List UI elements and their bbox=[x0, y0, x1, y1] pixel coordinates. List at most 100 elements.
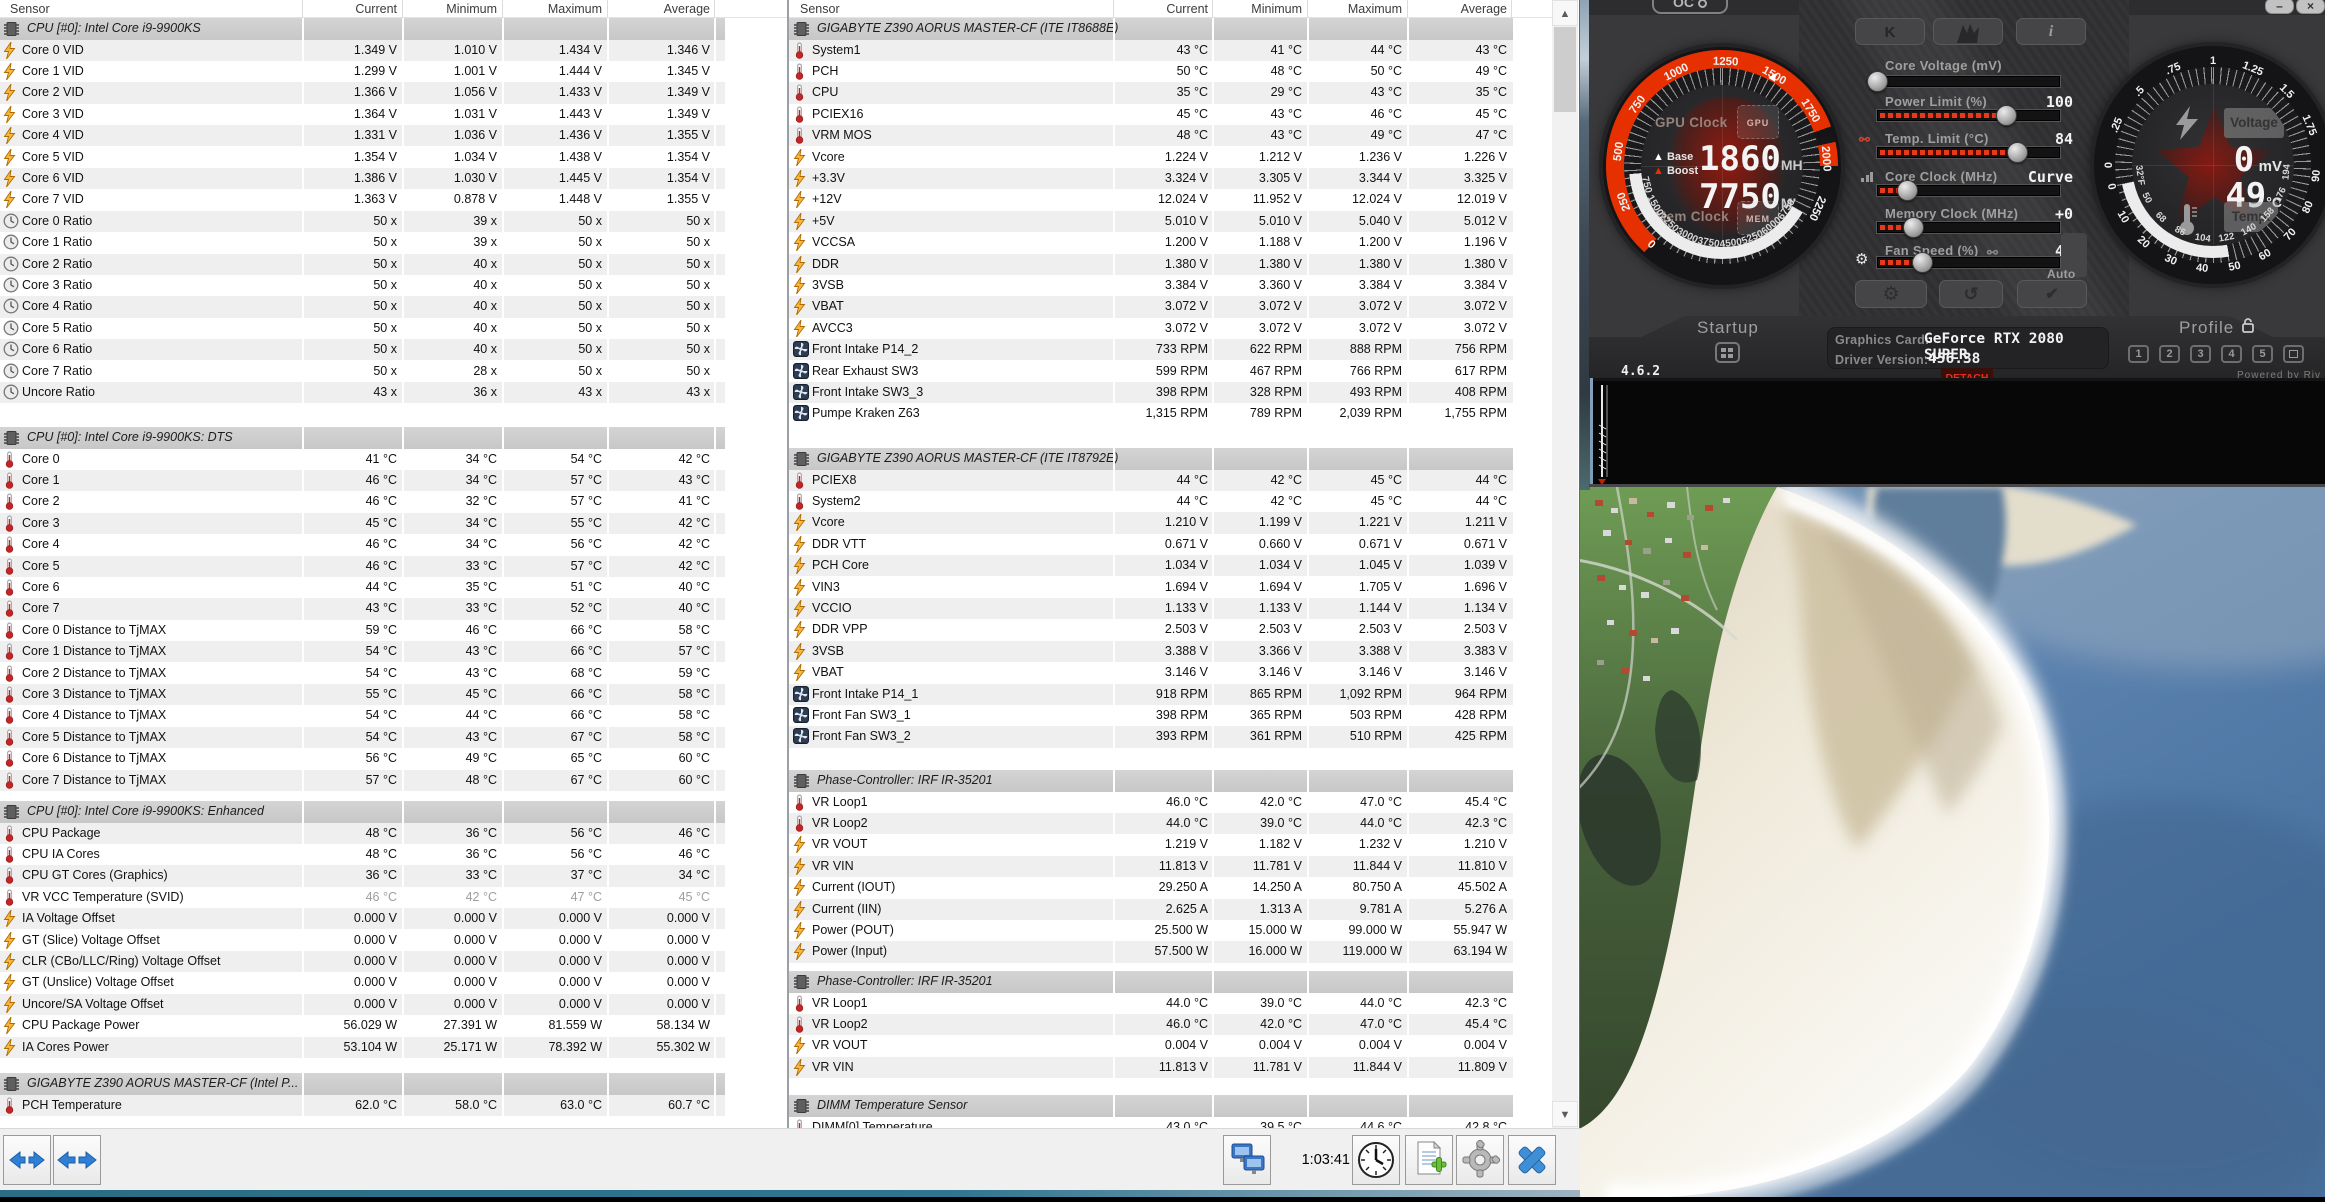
close-button[interactable]: × bbox=[2296, 0, 2325, 14]
sensor-row[interactable]: 3VSB3.388 V3.366 V3.388 V3.383 V bbox=[789, 641, 1513, 662]
clock-button[interactable] bbox=[1352, 1135, 1400, 1185]
sensor-row[interactable]: VR Loop244.0 °C39.0 °C44.0 °C42.3 °C bbox=[789, 813, 1513, 834]
sensor-row[interactable]: Core 3 VID1.364 V1.031 V1.443 V1.349 V bbox=[0, 104, 725, 125]
sensor-group-header[interactable]: GIGABYTE Z390 AORUS MASTER-CF (Intel P..… bbox=[0, 1073, 725, 1095]
sensor-row[interactable]: Core 3 Ratio50 x40 x50 x50 x bbox=[0, 275, 725, 296]
sensor-row[interactable]: DDR VPP2.503 V2.503 V2.503 V2.503 V bbox=[789, 619, 1513, 640]
sensor-row[interactable]: VR Loop144.0 °C39.0 °C44.0 °C42.3 °C bbox=[789, 993, 1513, 1014]
sensor-group-header[interactable]: Phase-Controller: IRF IR-35201 bbox=[789, 971, 1513, 993]
sensor-row[interactable]: Front Fan SW3_2393 RPM361 RPM510 RPM425 … bbox=[789, 726, 1513, 747]
sensor-row[interactable]: Front Intake SW3_3398 RPM328 RPM493 RPM4… bbox=[789, 382, 1513, 403]
sensor-row[interactable]: VBAT3.146 V3.146 V3.146 V3.146 V bbox=[789, 662, 1513, 683]
sensor-row[interactable]: DDR1.380 V1.380 V1.380 V1.380 V bbox=[789, 254, 1513, 275]
apply-button[interactable]: ✔ bbox=[2017, 280, 2087, 308]
sensor-row[interactable]: System143 °C41 °C44 °C43 °C bbox=[789, 40, 1513, 61]
sensor-row[interactable]: CPU35 °C29 °C43 °C35 °C bbox=[789, 82, 1513, 103]
profile-save-button[interactable] bbox=[2283, 345, 2304, 363]
sensor-row[interactable]: Current (IOUT)29.250 A14.250 A80.750 A45… bbox=[789, 877, 1513, 898]
sensor-row[interactable]: Core 5 VID1.354 V1.034 V1.438 V1.354 V bbox=[0, 147, 725, 168]
sensor-row[interactable]: Rear Exhaust SW3599 RPM467 RPM766 RPM617… bbox=[789, 361, 1513, 382]
close-sensors-button[interactable] bbox=[1508, 1135, 1556, 1185]
sensor-group-header[interactable]: GIGABYTE Z390 AORUS MASTER-CF (ITE IT868… bbox=[789, 18, 1513, 40]
sensor-row[interactable]: Core 146 °C34 °C57 °C43 °C bbox=[0, 470, 725, 491]
sensor-row[interactable]: Core 0 Ratio50 x39 x50 x50 x bbox=[0, 211, 725, 232]
power-limit-slider[interactable] bbox=[1877, 110, 2060, 121]
sensor-row[interactable]: 3VSB3.384 V3.360 V3.384 V3.384 V bbox=[789, 275, 1513, 296]
sensor-row[interactable]: VR VOUT1.219 V1.182 V1.232 V1.210 V bbox=[789, 834, 1513, 855]
sensor-row[interactable]: Front Fan SW3_1398 RPM365 RPM503 RPM428 … bbox=[789, 705, 1513, 726]
sensor-row[interactable]: VR VOUT0.004 V0.004 V0.004 V0.004 V bbox=[789, 1035, 1513, 1056]
sensor-row[interactable]: Core 7 VID1.363 V0.878 V1.448 V1.355 V bbox=[0, 189, 725, 210]
temp-limit-slider[interactable] bbox=[1877, 147, 2060, 158]
sensor-row[interactable]: Uncore Ratio43 x36 x43 x43 x bbox=[0, 382, 725, 403]
sensor-row[interactable]: Core 4 VID1.331 V1.036 V1.436 V1.355 V bbox=[0, 125, 725, 146]
sensor-row[interactable]: Core 7 Distance to TjMAX57 °C48 °C67 °C6… bbox=[0, 770, 725, 791]
sensor-row[interactable]: CPU GT Cores (Graphics)36 °C33 °C37 °C34… bbox=[0, 865, 725, 886]
sensor-row[interactable]: VBAT3.072 V3.072 V3.072 V3.072 V bbox=[789, 296, 1513, 317]
sensor-row[interactable]: Uncore/SA Voltage Offset0.000 V0.000 V0.… bbox=[0, 994, 725, 1015]
sensor-row[interactable]: +12V12.024 V11.952 V12.024 V12.019 V bbox=[789, 189, 1513, 210]
collapse-columns-button[interactable] bbox=[53, 1135, 101, 1185]
sensor-row[interactable]: Core 6 Ratio50 x40 x50 x50 x bbox=[0, 339, 725, 360]
sensor-row[interactable]: VR VIN11.813 V11.781 V11.844 V11.810 V bbox=[789, 856, 1513, 877]
sensor-row[interactable]: Core 6 VID1.386 V1.030 V1.445 V1.354 V bbox=[0, 168, 725, 189]
sensor-row[interactable]: AVCC33.072 V3.072 V3.072 V3.072 V bbox=[789, 318, 1513, 339]
sensor-row[interactable]: Core 1 VID1.299 V1.001 V1.444 V1.345 V bbox=[0, 61, 725, 82]
sensor-row[interactable]: CPU Package Power56.029 W27.391 W81.559 … bbox=[0, 1015, 725, 1036]
sensor-row[interactable]: +5V5.010 V5.010 V5.040 V5.012 V bbox=[789, 211, 1513, 232]
scroll-down-button[interactable]: ▼ bbox=[1552, 1101, 1578, 1127]
scrollbar-thumb[interactable] bbox=[1554, 27, 1576, 112]
sensor-row[interactable]: VCCSA1.200 V1.188 V1.200 V1.196 V bbox=[789, 232, 1513, 253]
profile-4-button[interactable]: 4 bbox=[2221, 345, 2242, 363]
sensor-row[interactable]: VIN31.694 V1.694 V1.705 V1.696 V bbox=[789, 577, 1513, 598]
kombustor-button[interactable]: K bbox=[1855, 18, 1925, 45]
sensor-row[interactable]: Core 546 °C33 °C57 °C42 °C bbox=[0, 556, 725, 577]
sensor-row[interactable]: Vcore1.210 V1.199 V1.221 V1.211 V bbox=[789, 512, 1513, 533]
profile-3-button[interactable]: 3 bbox=[2190, 345, 2211, 363]
sensor-row[interactable]: GT (Unslice) Voltage Offset0.000 V0.000 … bbox=[0, 972, 725, 993]
sensor-row[interactable]: CPU IA Cores48 °C36 °C56 °C46 °C bbox=[0, 844, 725, 865]
vertical-scrollbar[interactable]: ▲ ▼ bbox=[1552, 0, 1578, 1128]
fan-auto-label[interactable]: Auto bbox=[2047, 267, 2076, 281]
sensor-row[interactable]: Core 7 Ratio50 x28 x50 x50 x bbox=[0, 361, 725, 382]
sensor-row[interactable]: Core 5 Distance to TjMAX54 °C43 °C67 °C5… bbox=[0, 727, 725, 748]
sensor-row[interactable]: +3.3V3.324 V3.305 V3.344 V3.325 V bbox=[789, 168, 1513, 189]
profile-5-button[interactable]: 5 bbox=[2252, 345, 2273, 363]
sensor-row[interactable]: PCIEX844 °C42 °C45 °C44 °C bbox=[789, 470, 1513, 491]
scroll-up-button[interactable]: ▲ bbox=[1552, 0, 1578, 26]
sensor-group-header[interactable]: CPU [#0]: Intel Core i9-9900KS bbox=[0, 18, 725, 40]
sensor-row[interactable]: Core 3 Distance to TjMAX55 °C45 °C66 °C5… bbox=[0, 684, 725, 705]
sensor-row[interactable]: Current (IIN)2.625 A1.313 A9.781 A5.276 … bbox=[789, 899, 1513, 920]
sensor-row[interactable]: PCH Core1.034 V1.034 V1.045 V1.039 V bbox=[789, 555, 1513, 576]
sensor-row[interactable]: CLR (CBo/LLC/Ring) Voltage Offset0.000 V… bbox=[0, 951, 725, 972]
sensor-row[interactable]: VR VCC Temperature (SVID)46 °C42 °C47 °C… bbox=[0, 887, 725, 908]
sensor-row[interactable]: PCIEX1645 °C43 °C46 °C45 °C bbox=[789, 104, 1513, 125]
sensor-row[interactable]: Core 345 °C34 °C55 °C42 °C bbox=[0, 513, 725, 534]
sensor-row[interactable]: PCH Temperature62.0 °C58.0 °C63.0 °C60.7… bbox=[0, 1095, 725, 1116]
sensor-row[interactable]: DIMM[0] Temperature43.0 °C39.5 °C44.6 °C… bbox=[789, 1117, 1513, 1129]
sensor-row[interactable]: Core 446 °C34 °C56 °C42 °C bbox=[0, 534, 725, 555]
sensor-group-header[interactable]: GIGABYTE Z390 AORUS MASTER-CF (ITE IT879… bbox=[789, 448, 1513, 470]
sensor-row[interactable]: Power (POUT)25.500 W15.000 W99.000 W55.9… bbox=[789, 920, 1513, 941]
expand-columns-button[interactable] bbox=[3, 1135, 51, 1185]
sensor-row[interactable]: CPU Package48 °C36 °C56 °C46 °C bbox=[0, 823, 725, 844]
sensor-row[interactable]: GT (Slice) Voltage Offset0.000 V0.000 V0… bbox=[0, 930, 725, 951]
startup-windows-button[interactable] bbox=[1715, 342, 1740, 363]
sensor-row[interactable]: VRM MOS48 °C43 °C49 °C47 °C bbox=[789, 125, 1513, 146]
profile-2-button[interactable]: 2 bbox=[2159, 345, 2180, 363]
sensor-row[interactable]: VR Loop146.0 °C42.0 °C47.0 °C45.4 °C bbox=[789, 792, 1513, 813]
settings-button[interactable]: ⚙ bbox=[1855, 280, 1927, 308]
sensor-row[interactable]: Core 2 VID1.366 V1.056 V1.433 V1.349 V bbox=[0, 82, 725, 103]
sensor-row[interactable]: Core 246 °C32 °C57 °C41 °C bbox=[0, 491, 725, 512]
sensor-row[interactable]: Core 644 °C35 °C51 °C40 °C bbox=[0, 577, 725, 598]
profile-1-button[interactable]: 1 bbox=[2128, 345, 2149, 363]
fan-settings-icon[interactable]: ⚙ bbox=[1855, 250, 1868, 268]
settings-button[interactable] bbox=[1456, 1135, 1504, 1185]
sensor-row[interactable]: IA Cores Power53.104 W25.171 W78.392 W55… bbox=[0, 1037, 725, 1058]
sensor-row[interactable]: VCCIO1.133 V1.133 V1.144 V1.134 V bbox=[789, 598, 1513, 619]
sensor-row[interactable]: PCH50 °C48 °C50 °C49 °C bbox=[789, 61, 1513, 82]
sensor-row[interactable]: System244 °C42 °C45 °C44 °C bbox=[789, 491, 1513, 512]
core-voltage-thumb[interactable] bbox=[1867, 71, 1888, 92]
sensor-row[interactable]: Front Intake P14_2733 RPM622 RPM888 RPM7… bbox=[789, 339, 1513, 360]
report-button[interactable] bbox=[1405, 1135, 1453, 1185]
